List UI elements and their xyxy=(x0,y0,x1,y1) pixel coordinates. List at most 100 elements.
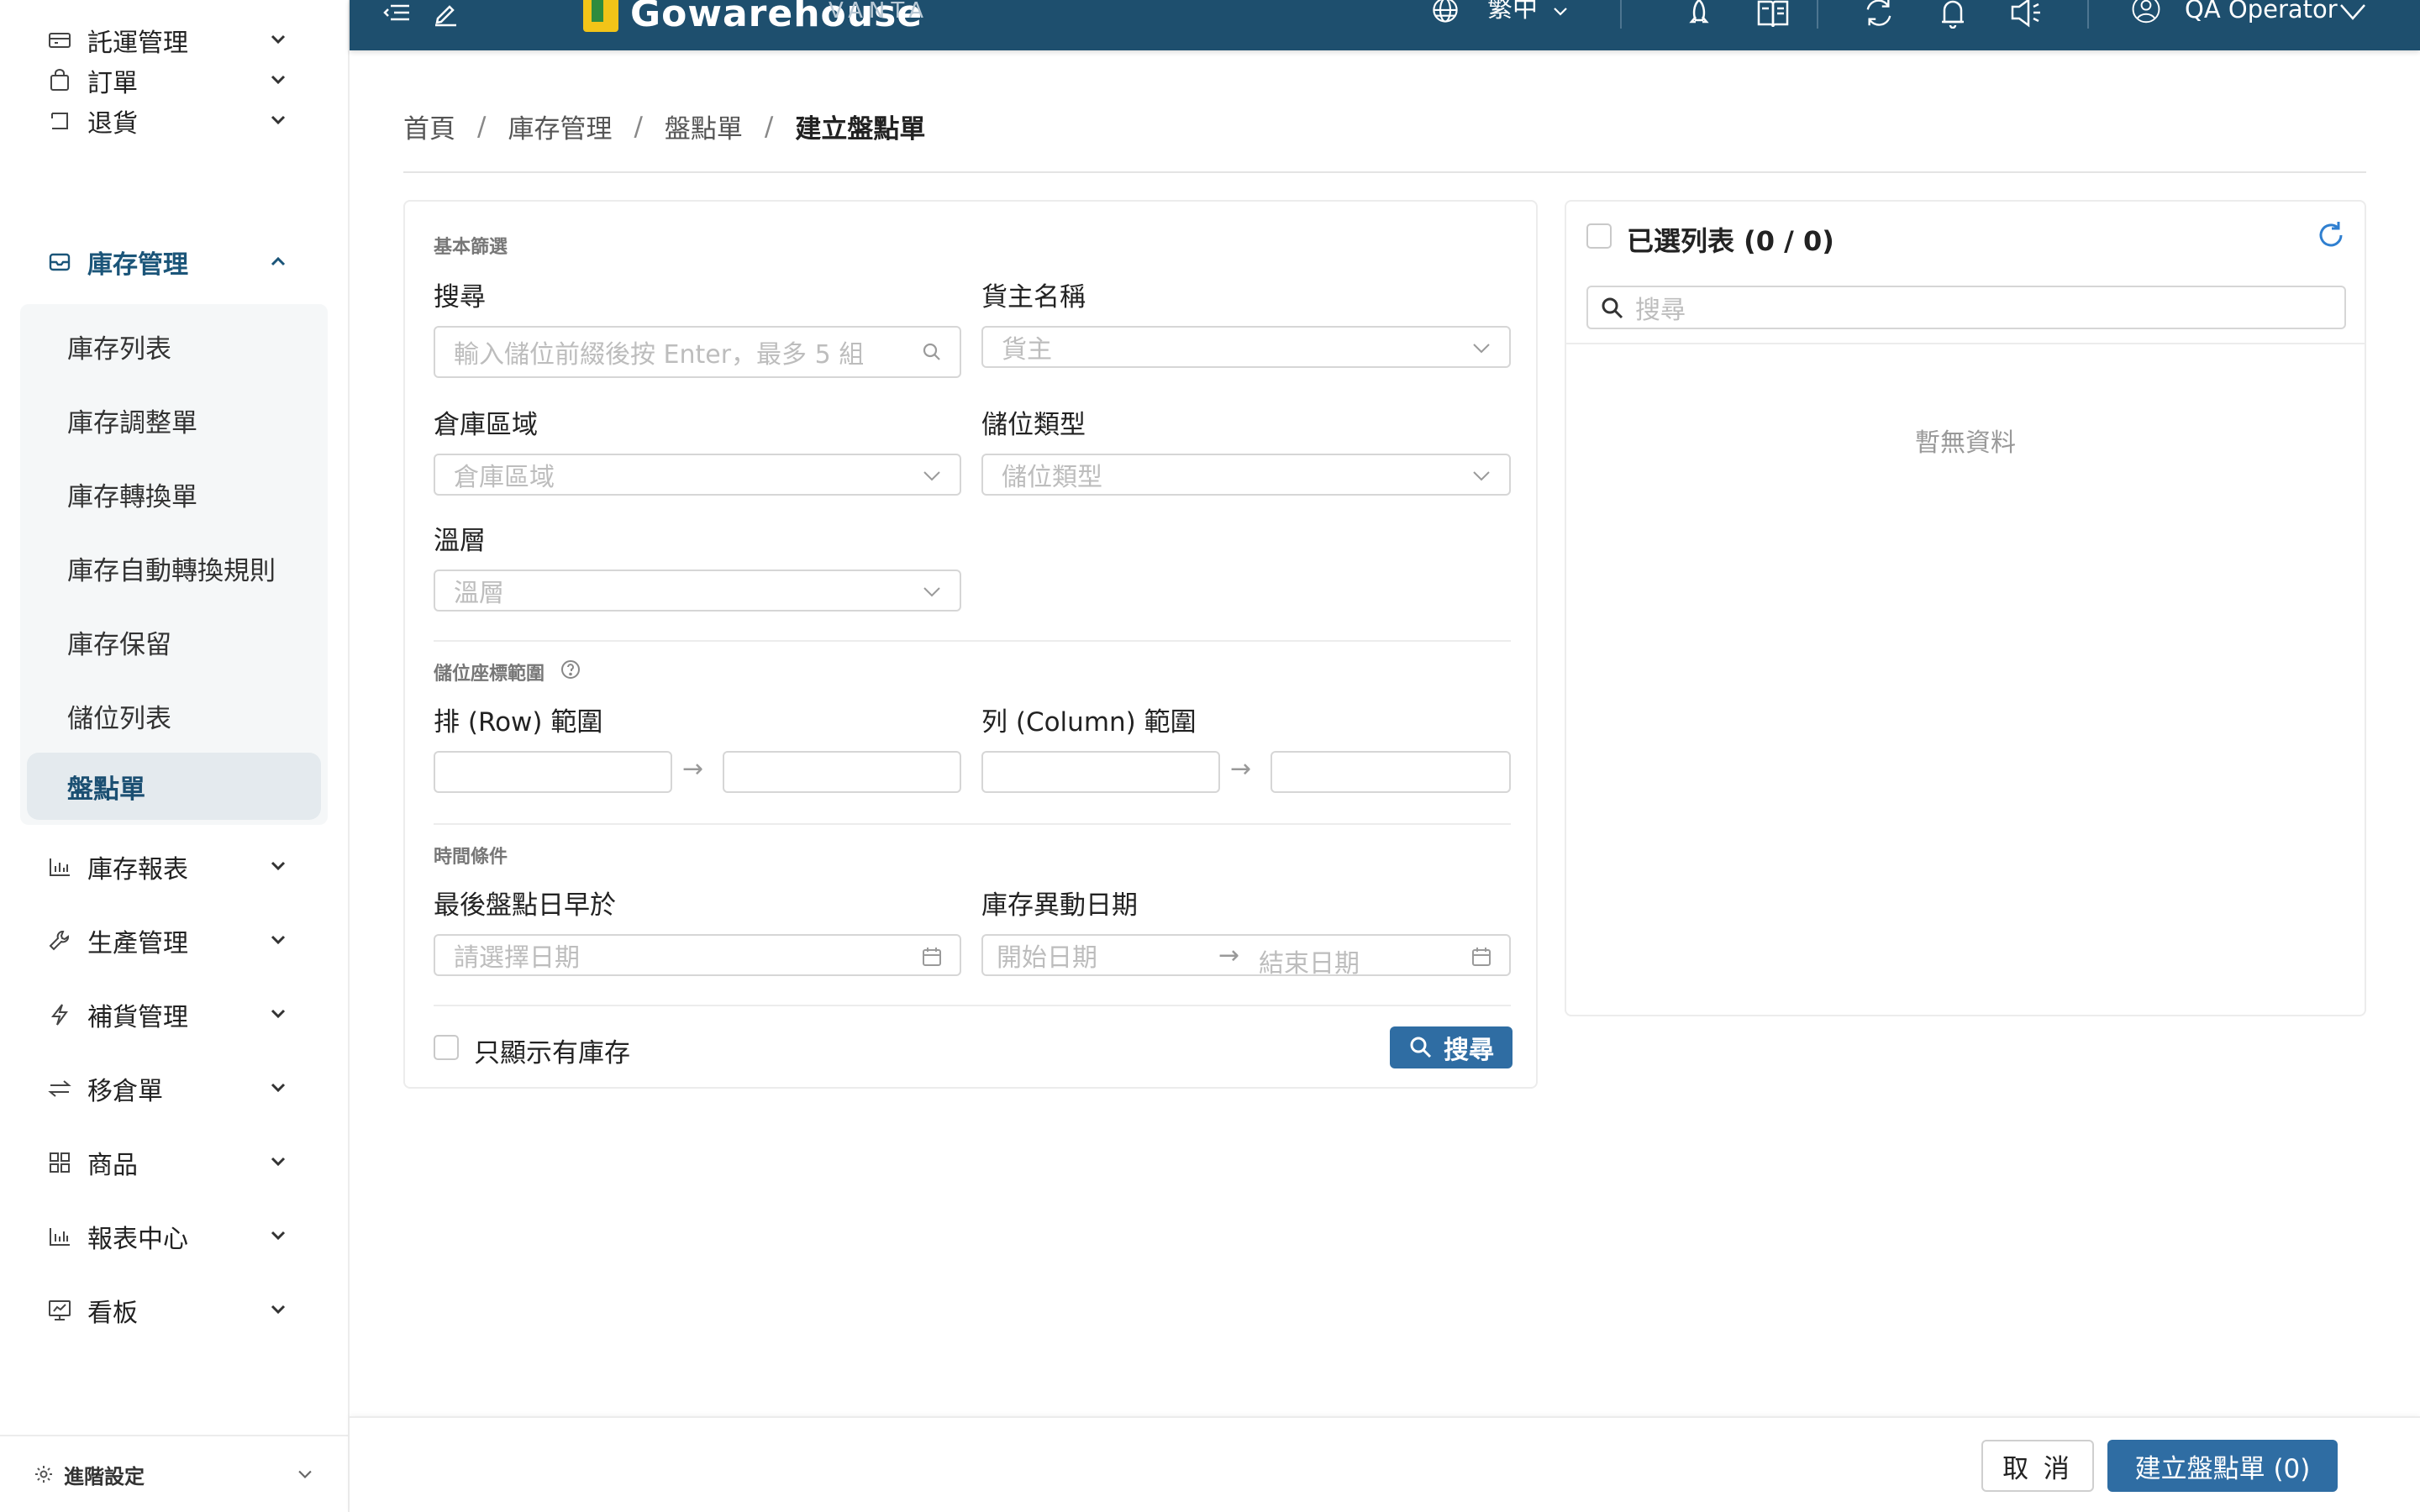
menu-label: 庫存報表 xyxy=(87,855,188,885)
breadcrumb-home[interactable]: 首頁 xyxy=(403,108,455,145)
submenu-item-auto-conversion-rules[interactable]: 庫存自動轉換規則 xyxy=(20,534,328,601)
menu-item-report-center[interactable]: 報表中心 xyxy=(0,1203,350,1270)
dashboard-icon xyxy=(47,1298,72,1323)
menu-label: 生產管理 xyxy=(87,929,188,958)
inbox-icon xyxy=(47,249,72,275)
date-placeholder: 請選擇日期 xyxy=(454,943,580,973)
chevron-down-icon xyxy=(271,1009,286,1019)
breadcrumb: 首頁 / 庫存管理 / 盤點單 / 建立盤點單 xyxy=(403,108,925,145)
menu-item-inventory[interactable]: 庫存管理 xyxy=(0,228,350,296)
sidebar: 託運管理 訂單 退貨 庫存管理 庫存列表 庫存調整單 庫存轉換單 庫存自動轉換規… xyxy=(0,0,350,1512)
create-stocktake-button[interactable]: 建立盤點單 (0) xyxy=(2107,1440,2338,1492)
edit-icon[interactable] xyxy=(427,0,464,29)
breadcrumb-separator: / xyxy=(764,111,774,142)
announcement-icon[interactable] xyxy=(2008,0,2045,29)
language-selector[interactable]: 繁中 xyxy=(1487,0,1538,24)
chevron-down-icon xyxy=(271,935,286,945)
only-stock-checkbox[interactable] xyxy=(434,1035,459,1060)
book-icon[interactable] xyxy=(1754,0,1791,29)
chevron-down-icon[interactable] xyxy=(2334,0,2371,29)
menu-item-inventory-reports[interactable]: 庫存報表 xyxy=(0,833,350,900)
breadcrumb-separator: / xyxy=(634,111,643,142)
collapse-menu-icon[interactable] xyxy=(378,0,415,29)
zone-select[interactable]: 倉庫區域 xyxy=(434,454,961,496)
menu-item-dashboard[interactable]: 看板 xyxy=(0,1277,350,1344)
basic-filter-section-title: 基本篩選 xyxy=(434,237,508,258)
refresh-icon[interactable] xyxy=(2316,220,2346,250)
submenu-item-adjustment[interactable]: 庫存調整單 xyxy=(20,386,328,454)
submenu-item-stocktake[interactable]: 盤點單 xyxy=(27,753,321,820)
header-divider xyxy=(1620,0,1622,29)
column-range-start-input[interactable] xyxy=(981,751,1220,793)
search-button[interactable]: 搜尋 xyxy=(1390,1026,1512,1068)
help-icon[interactable] xyxy=(560,659,581,680)
chevron-down-icon xyxy=(1473,471,1490,481)
location-type-select[interactable]: 儲位類型 xyxy=(981,454,1511,496)
breadcrumb-stocktake[interactable]: 盤點單 xyxy=(665,108,743,145)
selected-list-search-input[interactable]: 搜尋 xyxy=(1586,286,2346,329)
movement-date-range-picker[interactable]: 開始日期 → 結束日期 xyxy=(981,934,1511,979)
user-name[interactable]: QA Operator xyxy=(2185,0,2338,24)
submenu-item-inventory-list[interactable]: 庫存列表 xyxy=(20,312,328,380)
menu-label: 移倉單 xyxy=(87,1077,163,1106)
column-range-label: 列 (Column) 範圍 xyxy=(981,707,1197,738)
select-all-checkbox[interactable] xyxy=(1586,223,1612,249)
search-icon xyxy=(1410,1037,1432,1058)
calendar-icon xyxy=(1472,948,1491,966)
report-icon xyxy=(47,1224,72,1249)
owner-select[interactable]: 貨主 xyxy=(981,326,1511,368)
chevron-down-icon xyxy=(271,861,286,871)
return-icon xyxy=(47,108,72,134)
chevron-down-icon xyxy=(1473,344,1490,354)
column-range-end-input[interactable] xyxy=(1270,751,1511,793)
last-count-date-picker[interactable]: 請選擇日期 xyxy=(434,934,961,976)
only-stock-label[interactable]: 只顯示有庫存 xyxy=(474,1032,630,1069)
start-date-placeholder: 開始日期 xyxy=(997,943,1097,973)
submenu-item-location-list[interactable]: 儲位列表 xyxy=(20,682,328,749)
menu-item-products[interactable]: 商品 xyxy=(0,1129,350,1196)
menu-item-production[interactable]: 生產管理 xyxy=(0,907,350,974)
row-range-start-input[interactable] xyxy=(434,751,672,793)
globe-icon[interactable] xyxy=(1427,0,1464,29)
user-avatar-icon[interactable] xyxy=(2128,0,2165,29)
row-range-label: 排 (Row) 範圍 xyxy=(434,707,603,738)
row-range-end-input[interactable] xyxy=(723,751,961,793)
submenu-item-reservation[interactable]: 庫存保留 xyxy=(20,608,328,675)
zone-label: 倉庫區域 xyxy=(434,410,538,440)
logo-mark xyxy=(583,0,618,32)
location-type-placeholder: 儲位類型 xyxy=(1002,463,1102,492)
movement-date-label: 庫存異動日期 xyxy=(981,890,1138,921)
submenu-item-conversion[interactable]: 庫存轉換單 xyxy=(20,460,328,528)
menu-label: 看板 xyxy=(87,1299,138,1328)
selected-list-card: 已選列表 (0 / 0) 搜尋 暫無資料 xyxy=(1565,200,2366,1016)
search-input[interactable]: 輸入儲位前綴後按 Enter，最多 5 組 xyxy=(434,326,961,378)
grid-icon xyxy=(47,1150,72,1175)
cancel-button[interactable]: 取 消 xyxy=(1981,1440,2094,1492)
time-section-title: 時間條件 xyxy=(434,847,508,868)
search-icon xyxy=(923,343,940,360)
advanced-settings[interactable]: 進階設定 xyxy=(0,1435,350,1512)
filter-card: 基本篩選 搜尋 輸入儲位前綴後按 Enter，最多 5 組 貨主名稱 貨主 倉庫… xyxy=(403,200,1538,1089)
temperature-select[interactable]: 溫層 xyxy=(434,570,961,612)
chevron-down-icon[interactable] xyxy=(1548,0,1573,29)
menu-item-replenishment[interactable]: 補貨管理 xyxy=(0,981,350,1048)
footer-action-bar: 取 消 建立盤點單 (0) xyxy=(350,1416,2420,1512)
sync-icon[interactable] xyxy=(1860,0,1897,29)
chevron-down-icon xyxy=(271,1305,286,1315)
menu-item-returns[interactable]: 退貨 xyxy=(0,87,350,155)
bell-icon[interactable] xyxy=(1934,0,1971,29)
top-header: Gowarehouse VANTA 繁中 QA Operator xyxy=(350,0,2420,50)
menu-label: 退貨 xyxy=(87,109,138,139)
wrench-icon xyxy=(47,928,72,953)
chevron-down-icon xyxy=(271,1231,286,1241)
rocket-icon[interactable] xyxy=(1681,0,1718,29)
breadcrumb-inventory[interactable]: 庫存管理 xyxy=(508,108,612,145)
chevron-down-icon xyxy=(271,1157,286,1167)
menu-item-transfer[interactable]: 移倉單 xyxy=(0,1055,350,1122)
temperature-placeholder: 溫層 xyxy=(454,579,504,608)
selected-list-divider xyxy=(1566,343,2365,344)
range-arrow-icon: → xyxy=(1218,941,1240,970)
calendar-icon xyxy=(923,948,941,966)
breadcrumb-separator: / xyxy=(477,111,487,142)
owner-label: 貨主名稱 xyxy=(981,282,1086,312)
